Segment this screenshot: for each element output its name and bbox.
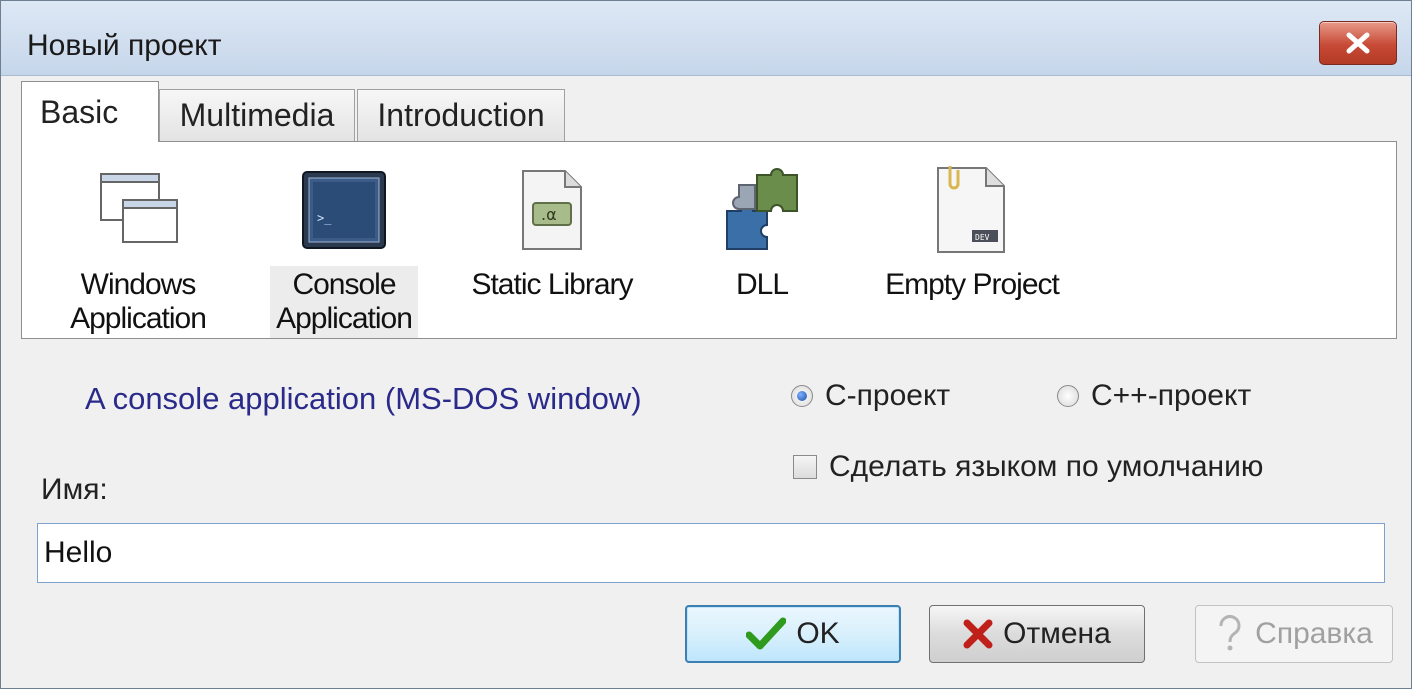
close-button[interactable] (1319, 21, 1397, 65)
tab-multimedia[interactable]: Multimedia (159, 89, 355, 141)
item-label-line1: Console (292, 268, 396, 301)
ok-button[interactable]: OK (685, 605, 901, 663)
cancel-x-icon (963, 619, 993, 649)
static-library-icon: .α (522, 170, 582, 250)
c-project-radio[interactable] (791, 385, 813, 407)
help-button-label: Справка (1255, 617, 1373, 650)
checkmark-icon (746, 617, 787, 650)
svg-text:DEV: DEV (975, 233, 990, 242)
window-title: Новый проект (27, 29, 222, 62)
item-label-line1: Windows (80, 268, 197, 301)
project-type-console-application[interactable]: >_ Console Application (264, 142, 424, 338)
item-label-line1: DLL (735, 268, 789, 301)
project-type-static-library[interactable]: .α Static Library (462, 142, 642, 338)
c-project-label: C-проект (825, 379, 951, 412)
svg-text:.α: .α (541, 205, 557, 224)
item-label-line1: Empty Project (885, 268, 1060, 301)
tab-label: Basic (40, 93, 119, 130)
project-name-input[interactable] (37, 523, 1385, 583)
project-description: A console application (MS-DOS window) (85, 381, 642, 416)
default-language-checkbox[interactable] (793, 455, 817, 479)
item-label-line2: Application (276, 302, 413, 335)
cancel-button-label: Отмена (1003, 617, 1111, 650)
cpp-project-radio[interactable] (1057, 385, 1079, 407)
project-type-list: Windows Application >_ Console Applicati… (21, 141, 1397, 339)
help-question-icon (1219, 615, 1241, 651)
default-language-label: Сделать языком по умолчанию (829, 450, 1264, 483)
cancel-button[interactable]: Отмена (929, 605, 1145, 663)
close-icon (1346, 32, 1370, 54)
default-language-option[interactable]: Сделать языком по умолчанию (793, 450, 1263, 484)
tab-label: Introduction (377, 97, 545, 133)
cpp-project-option[interactable]: C++-проект (1057, 379, 1251, 413)
empty-project-icon: DEV (937, 166, 1005, 253)
new-project-dialog: Новый проект Basic Multimedia Introducti… (0, 0, 1412, 689)
help-button[interactable]: Справка (1195, 605, 1393, 663)
project-type-empty-project[interactable]: DEV Empty Project (872, 142, 1072, 338)
tab-introduction[interactable]: Introduction (357, 89, 565, 141)
project-type-dll[interactable]: DLL (702, 142, 822, 338)
tab-basic[interactable]: Basic (21, 81, 159, 142)
name-label: Имя: (41, 473, 108, 506)
cpp-project-label: C++-проект (1091, 379, 1252, 412)
item-label-line2: Application (70, 302, 207, 335)
windows-app-icon (100, 173, 178, 243)
project-type-windows-application[interactable]: Windows Application (58, 142, 218, 338)
item-label-line1: Static Library (471, 268, 633, 301)
dll-puzzle-icon (726, 168, 798, 250)
ok-button-label: OK (796, 617, 840, 650)
c-project-option[interactable]: C-проект (791, 379, 950, 413)
title-bar[interactable]: Новый проект (1, 1, 1411, 76)
svg-text:>_: >_ (317, 211, 332, 225)
tab-label: Multimedia (179, 97, 335, 133)
console-app-icon: >_ (302, 171, 386, 249)
